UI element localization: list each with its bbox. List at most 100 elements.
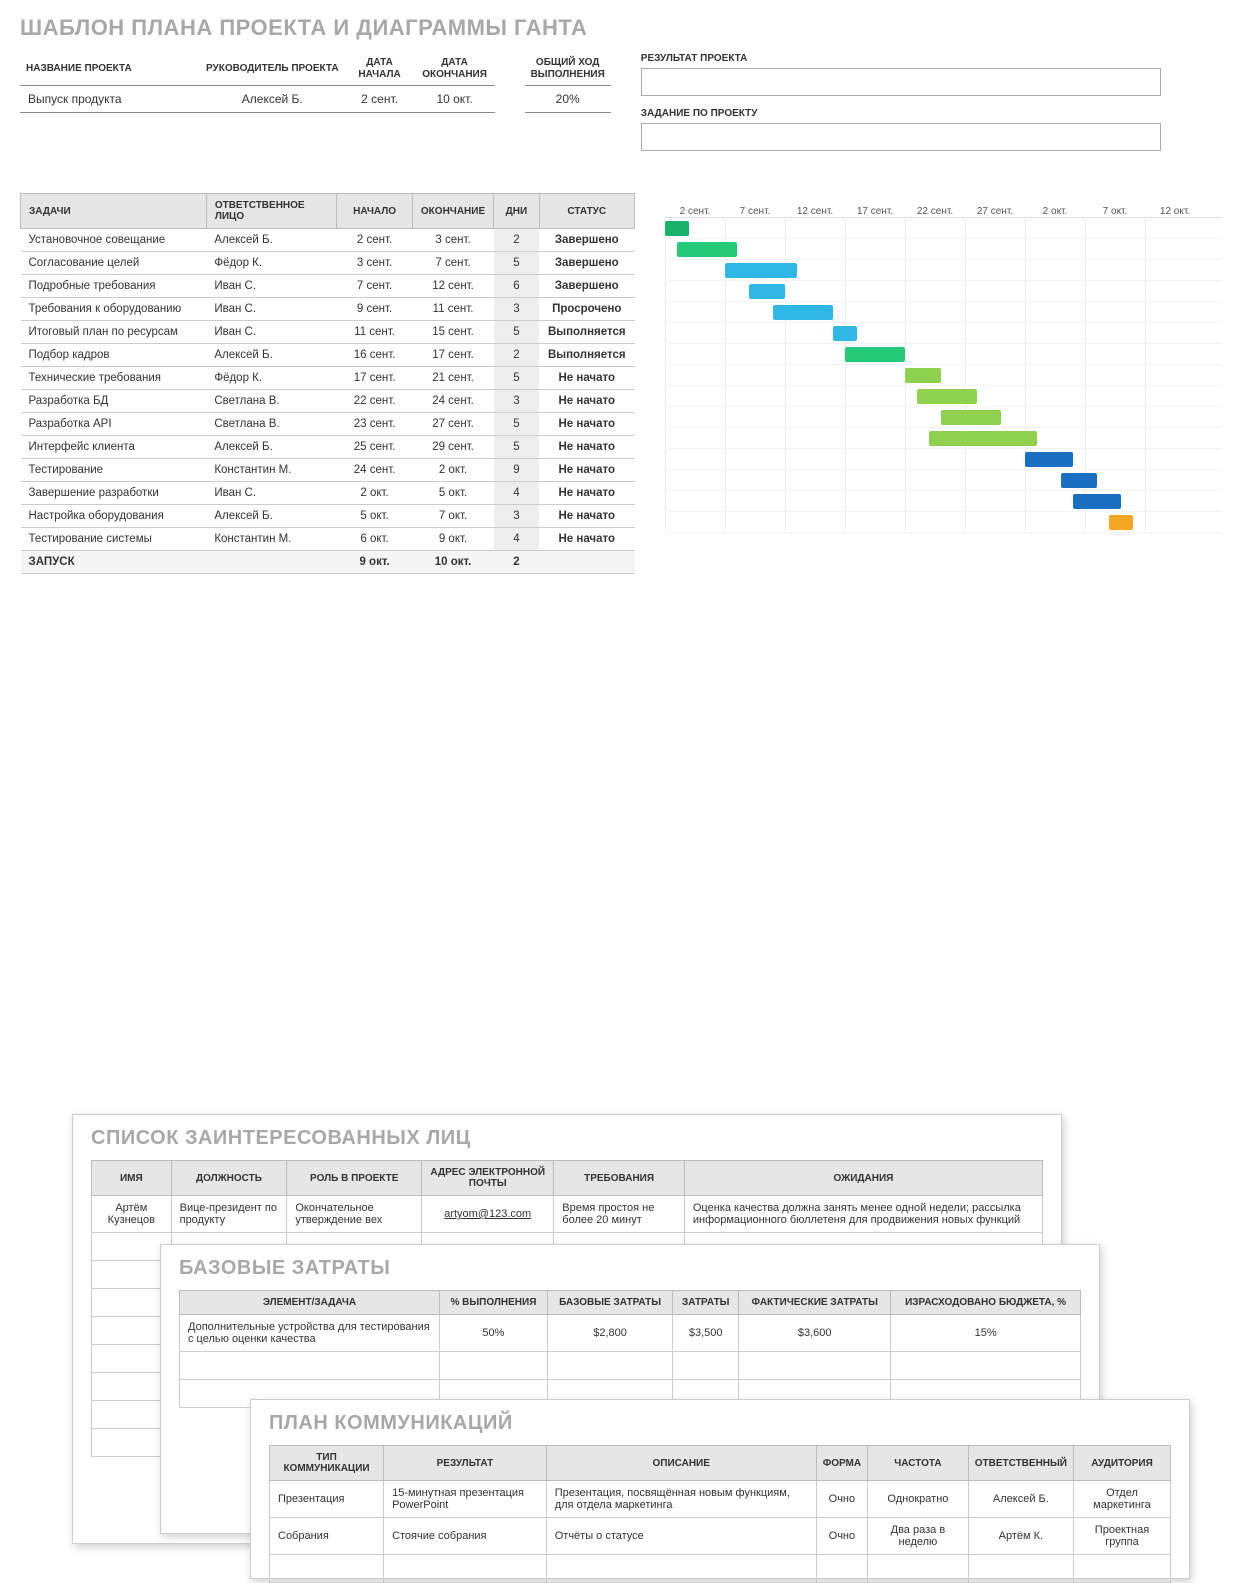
gantt-bar[interactable]: [917, 389, 977, 404]
task-start[interactable]: 22 сент.: [337, 390, 412, 413]
meta-v-start[interactable]: 2 сент.: [345, 86, 415, 113]
task-owner[interactable]: Светлана В.: [206, 413, 337, 436]
meta-v-progress: 20%: [525, 86, 611, 113]
task-owner[interactable]: Фёдор К.: [206, 252, 337, 275]
task-owner[interactable]: [206, 551, 337, 574]
task-start[interactable]: 7 сент.: [337, 275, 412, 298]
task-status: Выполняется: [539, 321, 634, 344]
meta-v-manager[interactable]: Алексей Б.: [200, 86, 345, 113]
task-name[interactable]: Итоговый план по ресурсам: [21, 321, 207, 344]
task-owner[interactable]: Светлана В.: [206, 390, 337, 413]
task-end[interactable]: 3 сент.: [412, 229, 494, 252]
task-owner[interactable]: Иван С.: [206, 275, 337, 298]
task-start[interactable]: 9 сент.: [337, 298, 412, 321]
gantt-bar[interactable]: [1109, 515, 1133, 530]
meta-v-project[interactable]: Выпуск продукта: [20, 86, 200, 113]
stakeholders-th: ТРЕБОВАНИЯ: [554, 1161, 685, 1196]
task-start[interactable]: 6 окт.: [337, 528, 412, 551]
comm-type: Презентация: [270, 1481, 384, 1518]
result-input[interactable]: [641, 68, 1161, 96]
gantt-bar[interactable]: [833, 326, 857, 341]
gantt-bar[interactable]: [845, 347, 905, 362]
task-days: 5: [494, 436, 539, 459]
task-end[interactable]: 12 сент.: [412, 275, 494, 298]
task-days: 4: [494, 528, 539, 551]
task-owner[interactable]: Алексей Б.: [206, 436, 337, 459]
task-end[interactable]: 11 сент.: [412, 298, 494, 321]
task-name[interactable]: Разработка БД: [21, 390, 207, 413]
task-name[interactable]: Согласование целей: [21, 252, 207, 275]
task-owner[interactable]: Константин М.: [206, 459, 337, 482]
gantt-bar[interactable]: [929, 431, 1037, 446]
task-end[interactable]: 24 сент.: [412, 390, 494, 413]
task-end[interactable]: 29 сент.: [412, 436, 494, 459]
task-owner[interactable]: Иван С.: [206, 298, 337, 321]
task-start[interactable]: 5 окт.: [337, 505, 412, 528]
comm-row: Презентация15-минутная презентация Power…: [270, 1481, 1171, 1518]
gantt-bar[interactable]: [665, 221, 689, 236]
task-name[interactable]: Тестирование: [21, 459, 207, 482]
gantt-bar[interactable]: [749, 284, 785, 299]
gantt-bar[interactable]: [773, 305, 833, 320]
task-owner[interactable]: Алексей Б.: [206, 229, 337, 252]
task-name[interactable]: Настройка оборудования: [21, 505, 207, 528]
task-days: 2: [494, 229, 539, 252]
task-start[interactable]: 24 сент.: [337, 459, 412, 482]
task-owner[interactable]: Константин М.: [206, 528, 337, 551]
costs-th: ИЗРАСХОДОВАНО БЮДЖЕТА, %: [891, 1291, 1081, 1315]
gantt-row: [665, 239, 1222, 260]
task-end[interactable]: 2 окт.: [412, 459, 494, 482]
task-start[interactable]: 11 сент.: [337, 321, 412, 344]
task-end[interactable]: 7 сент.: [412, 252, 494, 275]
task-name[interactable]: Подбор кадров: [21, 344, 207, 367]
gantt-bar[interactable]: [677, 242, 737, 257]
gantt-bar[interactable]: [725, 263, 797, 278]
meta-h-manager: РУКОВОДИТЕЛЬ ПРОЕКТА: [200, 53, 345, 86]
gantt-bar[interactable]: [1073, 494, 1121, 509]
task-name[interactable]: ЗАПУСК: [21, 551, 207, 574]
task-status: Не начато: [539, 390, 634, 413]
task-end[interactable]: 21 сент.: [412, 367, 494, 390]
task-start[interactable]: 17 сент.: [337, 367, 412, 390]
task-name[interactable]: Технические требования: [21, 367, 207, 390]
gantt-bar[interactable]: [1025, 452, 1073, 467]
gantt-bar[interactable]: [905, 368, 941, 383]
task-start[interactable]: 2 окт.: [337, 482, 412, 505]
task-row: Завершение разработкиИван С.2 окт.5 окт.…: [21, 482, 635, 505]
task-name[interactable]: Завершение разработки: [21, 482, 207, 505]
task-name[interactable]: Тестирование системы: [21, 528, 207, 551]
costs-table: ЭЛЕМЕНТ/ЗАДАЧА% ВЫПОЛНЕНИЯБАЗОВЫЕ ЗАТРАТ…: [179, 1290, 1081, 1408]
task-owner[interactable]: Иван С.: [206, 321, 337, 344]
th-status: СТАТУС: [539, 194, 634, 229]
gantt-date-label: 12 сент.: [785, 206, 845, 217]
sh-email[interactable]: artyom@123.com: [422, 1196, 554, 1233]
task-owner[interactable]: Алексей Б.: [206, 505, 337, 528]
task-start[interactable]: 2 сент.: [337, 229, 412, 252]
task-end[interactable]: 9 окт.: [412, 528, 494, 551]
task-name[interactable]: Установочное совещание: [21, 229, 207, 252]
result-label: РЕЗУЛЬТАТ ПРОЕКТА: [641, 53, 1222, 64]
meta-v-end[interactable]: 10 окт.: [415, 86, 495, 113]
task-end[interactable]: 7 окт.: [412, 505, 494, 528]
task-owner[interactable]: Фёдор К.: [206, 367, 337, 390]
task-name[interactable]: Требования к оборудованию: [21, 298, 207, 321]
assignment-input[interactable]: [641, 123, 1161, 151]
task-name[interactable]: Подробные требования: [21, 275, 207, 298]
gantt-bar[interactable]: [1061, 473, 1097, 488]
task-end[interactable]: 10 окт.: [412, 551, 494, 574]
task-start[interactable]: 25 сент.: [337, 436, 412, 459]
task-name[interactable]: Интерфейс клиента: [21, 436, 207, 459]
task-owner[interactable]: Иван С.: [206, 482, 337, 505]
task-start[interactable]: 23 сент.: [337, 413, 412, 436]
task-end[interactable]: 5 окт.: [412, 482, 494, 505]
task-start[interactable]: 3 сент.: [337, 252, 412, 275]
task-start[interactable]: 9 окт.: [337, 551, 412, 574]
task-owner[interactable]: Алексей Б.: [206, 344, 337, 367]
task-name[interactable]: Разработка API: [21, 413, 207, 436]
task-end[interactable]: 17 сент.: [412, 344, 494, 367]
gantt-bar[interactable]: [941, 410, 1001, 425]
task-start[interactable]: 16 сент.: [337, 344, 412, 367]
task-end[interactable]: 27 сент.: [412, 413, 494, 436]
meta-table-progress: ОБЩИЙ ХОД ВЫПОЛНЕНИЯ 20%: [525, 53, 611, 113]
task-end[interactable]: 15 сент.: [412, 321, 494, 344]
